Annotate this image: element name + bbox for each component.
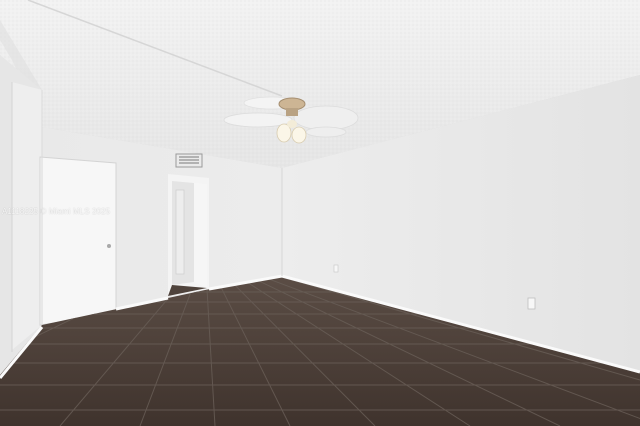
door xyxy=(39,156,117,326)
room-photo: A1118225 © Miami MLS 2025 xyxy=(0,0,640,426)
mls-watermark: A1118225 © Miami MLS 2025 xyxy=(2,207,111,216)
air-vent-icon xyxy=(175,153,203,168)
